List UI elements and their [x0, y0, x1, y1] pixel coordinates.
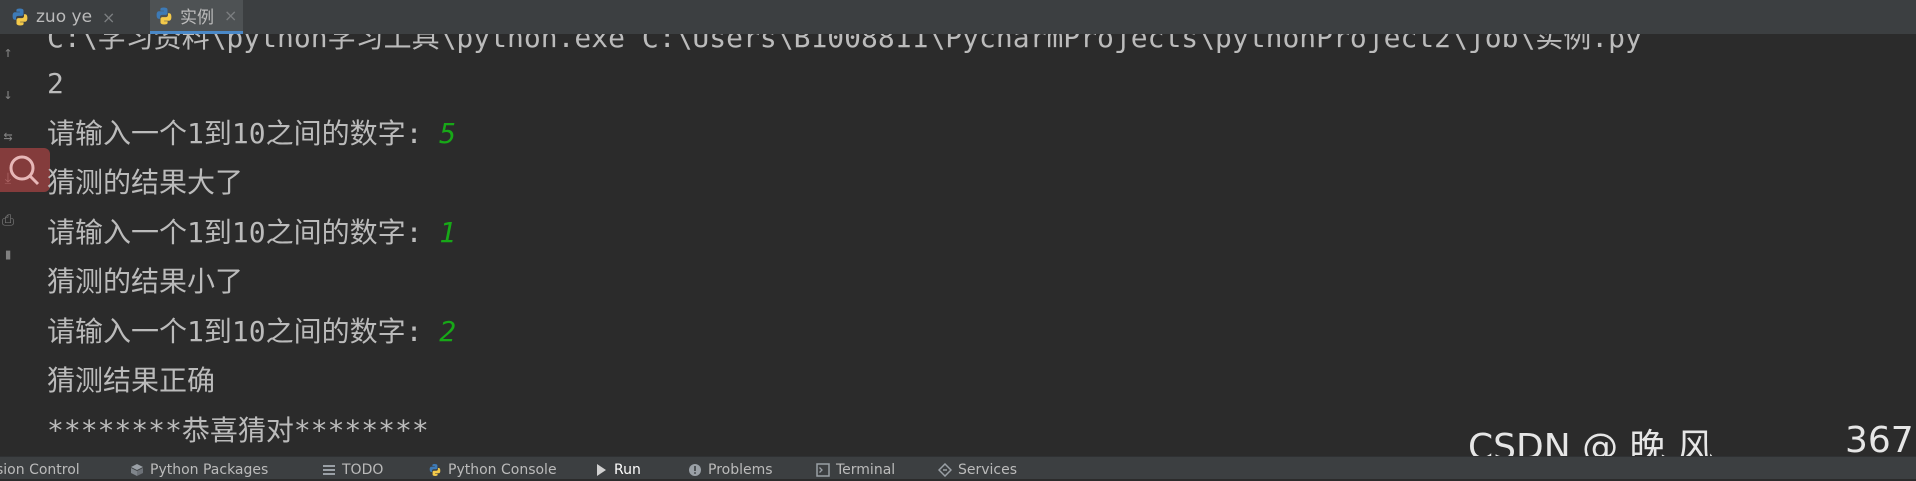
close-tab-icon[interactable]: × — [224, 6, 237, 25]
user-input: 5 — [439, 117, 457, 150]
tool-tab-label: Python Packages — [150, 462, 269, 478]
console-line: ********恭喜猜对******** — [47, 414, 429, 447]
console-line: 猜测结果正确 — [47, 364, 216, 397]
tool-tab-services[interactable]: Services — [937, 461, 1018, 479]
tool-tab-label: Services — [958, 462, 1018, 478]
console-line: 2 — [47, 67, 64, 100]
console-line: 猜测的结果小了 — [47, 265, 244, 298]
problems-icon — [688, 463, 702, 477]
tool-tab-label: Python Console — [448, 462, 557, 478]
tool-tab-python-packages[interactable]: Python Packages — [130, 461, 268, 479]
console-line: 猜测的结果大了 — [47, 166, 244, 199]
tool-window-bar: sion Control Python Packages TODO Python… — [0, 456, 1916, 479]
services-icon — [937, 462, 953, 478]
tab-label: zuo ye — [36, 7, 93, 27]
console-line-command: C:\学习资料\python学习工具\python.exe C:\Users\B… — [47, 34, 1642, 54]
tool-tab-label: sion Control — [0, 462, 80, 478]
python-console-icon — [428, 463, 442, 477]
soft-wrap-icon[interactable]: ⇆ — [0, 126, 16, 146]
todo-icon — [322, 463, 336, 477]
tool-tab-run[interactable]: Run — [594, 461, 641, 479]
view-count: 367 — [1845, 420, 1914, 461]
scroll-down-icon[interactable]: ↓ — [0, 84, 16, 104]
python-file-icon — [10, 7, 30, 27]
close-tab-icon[interactable]: × — [102, 8, 115, 27]
trash-icon[interactable]: ▮ — [0, 244, 16, 264]
tab-label: 实例 — [180, 8, 214, 28]
tool-tab-todo[interactable]: TODO — [322, 461, 383, 479]
console-line-prompt: 请输入一个1到10之间的数字: 5 — [47, 117, 457, 150]
tool-tab-label: Terminal — [836, 462, 896, 478]
console-line-prompt: 请输入一个1到10之间的数字: 2 — [47, 315, 457, 348]
scroll-up-icon[interactable]: ↑ — [0, 42, 16, 62]
run-icon — [594, 463, 608, 477]
tab-shili[interactable]: 实例 × — [150, 0, 244, 34]
console-line-prompt: 请输入一个1到10之间的数字: 1 — [47, 216, 457, 249]
packages-icon — [130, 463, 144, 477]
tab-zuo-ye[interactable]: zuo ye × — [10, 0, 115, 34]
console-toolbar: ↑ ↓ ⇆ ⤓ ⎙ ▮ — [0, 34, 20, 456]
tool-tab-version-control[interactable]: sion Control — [0, 461, 80, 479]
tool-tab-label: TODO — [342, 462, 384, 478]
tool-tab-label: Problems — [708, 462, 773, 478]
tool-tab-terminal[interactable]: Terminal — [816, 461, 895, 479]
run-console[interactable]: ↑ ↓ ⇆ ⤓ ⎙ ▮ C:\学习资料\python学习工具\python.ex… — [0, 34, 1916, 456]
tool-tab-problems[interactable]: Problems — [688, 461, 773, 479]
user-input: 1 — [439, 216, 457, 249]
editor-tab-bar: zuo ye × 实例 × — [0, 0, 1916, 35]
user-input: 2 — [439, 315, 457, 348]
print-icon[interactable]: ⎙ — [0, 210, 16, 230]
python-file-icon — [154, 6, 174, 26]
search-overlay-button[interactable] — [0, 148, 50, 192]
terminal-icon — [816, 463, 830, 477]
tool-tab-label: Run — [614, 462, 641, 478]
tool-tab-python-console[interactable]: Python Console — [428, 461, 557, 479]
